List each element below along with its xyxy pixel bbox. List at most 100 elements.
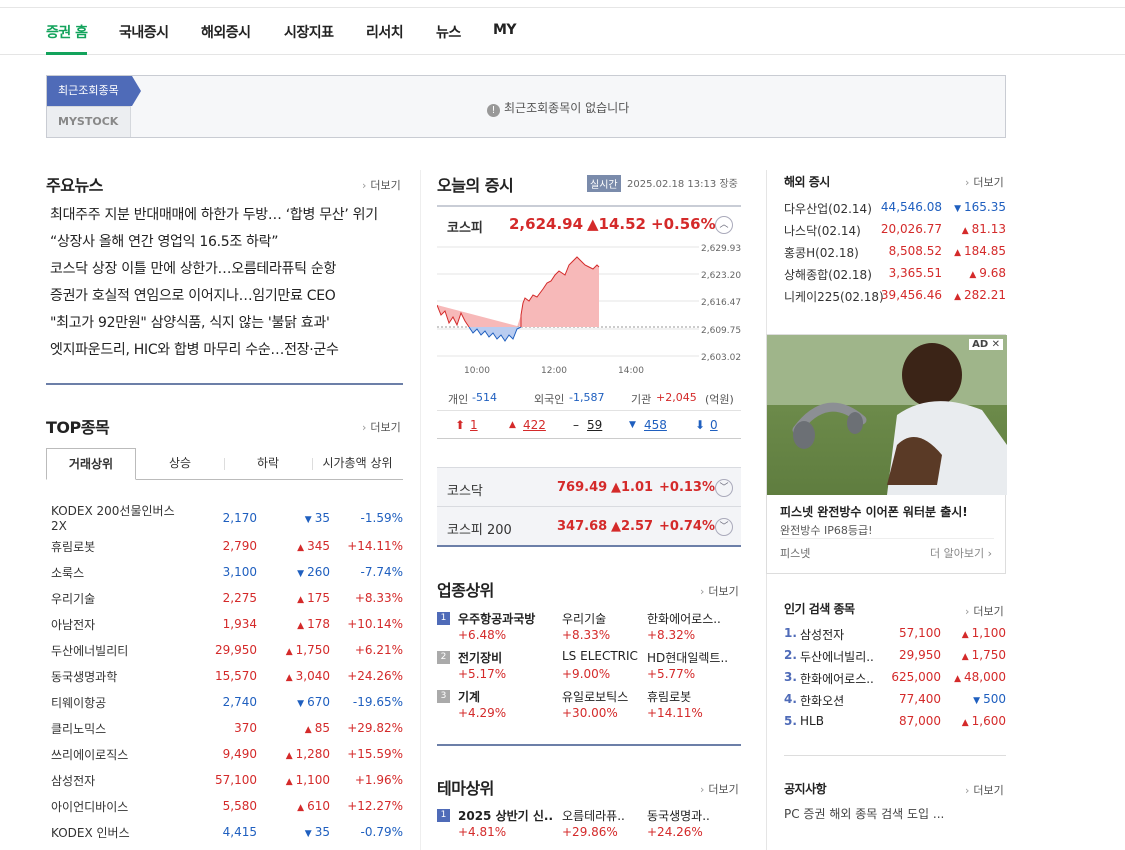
popular-title: 인기 검색 종목 [784,602,855,616]
ranked-row[interactable]: 1 2025 상반기 신.. +4.81% 오름테라퓨.. +29.86% 동국생명과..… [437,807,741,845]
stock-name[interactable]: 소룩스 [46,559,187,585]
overseas-row[interactable]: 다우산업(02.14) 44,546.08 ▼ 165.35 [784,198,1006,220]
stock-name[interactable]: 아이언디바이스 [46,793,187,819]
overseas-row[interactable]: 상해종합(02.18) 3,365.51 ▲ 9.68 [784,264,1006,286]
stock-name[interactable]: KODEX 200선물인버스2X [46,502,187,533]
notice-item[interactable]: PC 증권 해외 종목 검색 도입 ... [784,805,944,822]
chevron-down-icon[interactable]: ﹀ [715,479,733,497]
table-row[interactable]: 클리노믹스 370 ▲ 85 +29.82% [46,715,403,741]
stock-name[interactable]: 두산에너빌리티 [46,637,187,663]
up-count[interactable]: 422 [523,418,546,432]
tab-recent-stocks[interactable]: 최근조회종목 [47,76,141,106]
stock-rate: +8.33% [354,591,403,605]
tab-fall[interactable]: 하락 [224,448,312,480]
tab-market-cap[interactable]: 시가총액 상위 [312,448,403,480]
ad-banner[interactable]: AD ✕ 피스넷 완전방수 이어폰 워터분 출시! 완전방수 IP68등급! 피… [766,334,1007,574]
leading-stock[interactable]: 동국생명과.. [647,807,710,824]
leading-stock[interactable]: 휴림로봇 [647,688,691,705]
table-row[interactable]: KODEX 인버스 4,415 ▼ 35 -0.79% [46,819,403,845]
sectors-more-link[interactable]: 더보기 [700,583,738,599]
table-row[interactable]: 두산에너빌리티 29,950 ▲ 1,750 +6.21% [46,637,403,663]
table-row[interactable]: 소룩스 3,100 ▼ 260 -7.74% [46,559,403,585]
close-icon[interactable]: ✕ [992,339,1000,350]
rise-area [437,257,599,327]
ad-cta[interactable]: 더 알아보기 › [930,545,992,561]
popular-row[interactable]: 1. 삼성전자 57,100 ▲ 1,100 [784,624,1006,646]
flat-count[interactable]: 59 [587,418,602,432]
overseas-list: 다우산업(02.14) 44,546.08 ▼ 165.35 나스닥(02.14) 20,… [784,198,1006,308]
group-name[interactable]: 전기장비 [458,649,502,666]
chevron-up-icon[interactable]: ︿ [715,216,733,234]
news-item[interactable]: 증권가 호실적 연임으로 이어지나…임기만료 CEO [46,286,403,313]
chevron-down-icon[interactable]: ﹀ [715,518,733,536]
up-triangle-icon: ▲ [961,652,969,662]
nav-overseas[interactable]: 해외증시 [201,22,251,42]
stock-name[interactable]: 클리노믹스 [46,715,187,741]
nav-news[interactable]: 뉴스 [436,22,461,42]
leading-stock[interactable]: HD현대일렉트.. [647,649,728,666]
overseas-row[interactable]: 나스닥(02.14) 20,026.77 ▲ 81.13 [784,220,1006,242]
stock-name[interactable]: 휴림로봇 [46,533,187,559]
leading-stock[interactable]: 유일로보틱스 [562,688,628,705]
top-more-link[interactable]: 더보기 [362,419,400,435]
nav-my[interactable]: MY [493,22,517,38]
leading-stock[interactable]: 오름테라퓨.. [562,807,625,824]
table-row[interactable]: 티웨이항공 2,740 ▼ 670 -19.65% [46,689,403,715]
popular-row[interactable]: 2. 두산에너빌리.. 29,950 ▲ 1,750 [784,646,1006,668]
nav-domestic[interactable]: 국내증시 [119,22,169,42]
table-row[interactable]: 삼성전자 57,100 ▲ 1,100 +1.96% [46,767,403,793]
down-triangle-icon: ▼ [304,514,312,525]
nav-stock-home[interactable]: 증권 홈 [46,22,88,42]
kosdaq-row[interactable]: 코스닥 769.49 ▲1.01 +0.13% ﹀ [437,467,741,507]
down-count[interactable]: 458 [644,418,667,432]
table-row[interactable]: 동국생명과학 15,570 ▲ 3,040 +24.26% [46,663,403,689]
nav-market-index[interactable]: 시장지표 [284,22,334,42]
table-row[interactable]: 쓰리에이로직스 9,490 ▲ 1,280 +15.59% [46,741,403,767]
group-name[interactable]: 2025 상반기 신.. [458,807,553,824]
stock-name[interactable]: 삼성전자 [46,767,187,793]
stock-name[interactable]: 티웨이항공 [46,689,187,715]
popular-row[interactable]: 4. 한화오션 77,400 ▼ 500 [784,690,1006,712]
table-row[interactable]: 아이언디바이스 5,580 ▲ 610 +12.27% [46,793,403,819]
kospi-header[interactable]: 코스피 2,624.94 ▲14.52 +0.56% ︿ [437,207,741,241]
news-item[interactable]: "최고가 92만원" 삼양식품, 식지 않는 '불닭 효과' [46,313,403,340]
leading-stock[interactable]: LS ELECTRIC [562,649,638,663]
ranked-row[interactable]: 3 기계 +4.29% 유일로보틱스 +30.00% 휴림로봇 +14.11% [437,688,741,726]
notice-more-link[interactable]: 더보기 [965,782,1003,798]
news-item[interactable]: 최대주주 지분 반대매매에 하한가 두방… ‘합병 무산’ 위기 [46,205,403,232]
leading-stock[interactable]: 한화에어로스.. [647,610,721,627]
leading-stock[interactable]: 우리기술 [562,610,606,627]
nav-research[interactable]: 리서치 [366,22,404,42]
themes-more-link[interactable]: 더보기 [700,781,738,797]
ranked-row[interactable]: 2 전기장비 +5.17% LS ELECTRIC +9.00% HD현대일렉트.. +5.… [437,649,741,687]
stock-name[interactable]: 쓰리에이로직스 [46,741,187,767]
stock-name[interactable]: KODEX 인버스 [46,819,187,845]
popular-row[interactable]: 3. 한화에어로스.. 625,000 ▲ 48,000 [784,668,1006,690]
table-row[interactable]: 우리기술 2,275 ▲ 175 +8.33% [46,585,403,611]
tab-volume[interactable]: 거래상위 [46,448,136,480]
news-item[interactable]: “상장사 올해 연간 영업익 16.5조 하락” [46,232,403,259]
popular-more-link[interactable]: 더보기 [965,603,1003,619]
ranked-row[interactable]: 1 우주항공과국방 +6.48% 우리기술 +8.33% 한화에어로스.. +8.32% [437,610,741,648]
stock-name[interactable]: 동국생명과학 [46,663,187,689]
overseas-more-link[interactable]: 더보기 [965,174,1003,190]
group-name[interactable]: 기계 [458,688,480,705]
kospi200-row[interactable]: 코스피 200 347.68 ▲2.57 +0.74% ﹀ [437,507,741,547]
news-item[interactable]: 엣지파운드리, HIC와 합병 마무리 수순…전장·군수 [46,340,403,367]
sectors-title: 업종상위 [437,581,494,600]
news-item[interactable]: 코스닥 상장 이틀 만에 상한가…오름테라퓨틱 순항 [46,259,403,286]
stock-name[interactable]: 아남전자 [46,611,187,637]
table-row[interactable]: 휴림로봇 2,790 ▲ 345 +14.11% [46,533,403,559]
table-row[interactable]: KODEX 200선물인버스2X 2,170 ▼ 35 -1.59% [46,502,403,533]
upper-limit-count[interactable]: 1 [470,418,478,432]
news-more-link[interactable]: 더보기 [362,177,400,193]
overseas-row[interactable]: 니케이225(02.18) 39,456.46 ▲ 282.21 [784,286,1006,308]
table-row[interactable]: 아남전자 1,934 ▲ 178 +10.14% [46,611,403,637]
tab-rise[interactable]: 상승 [136,448,224,480]
group-name[interactable]: 우주항공과국방 [458,610,535,627]
stock-name[interactable]: 우리기술 [46,585,187,611]
tab-mystock[interactable]: MYSTOCK [47,106,131,137]
popular-row[interactable]: 5. HLB 87,000 ▲ 1,600 [784,712,1006,734]
lower-limit-count[interactable]: 0 [710,418,718,432]
overseas-row[interactable]: 홍콩H(02.18) 8,508.52 ▲ 184.85 [784,242,1006,264]
